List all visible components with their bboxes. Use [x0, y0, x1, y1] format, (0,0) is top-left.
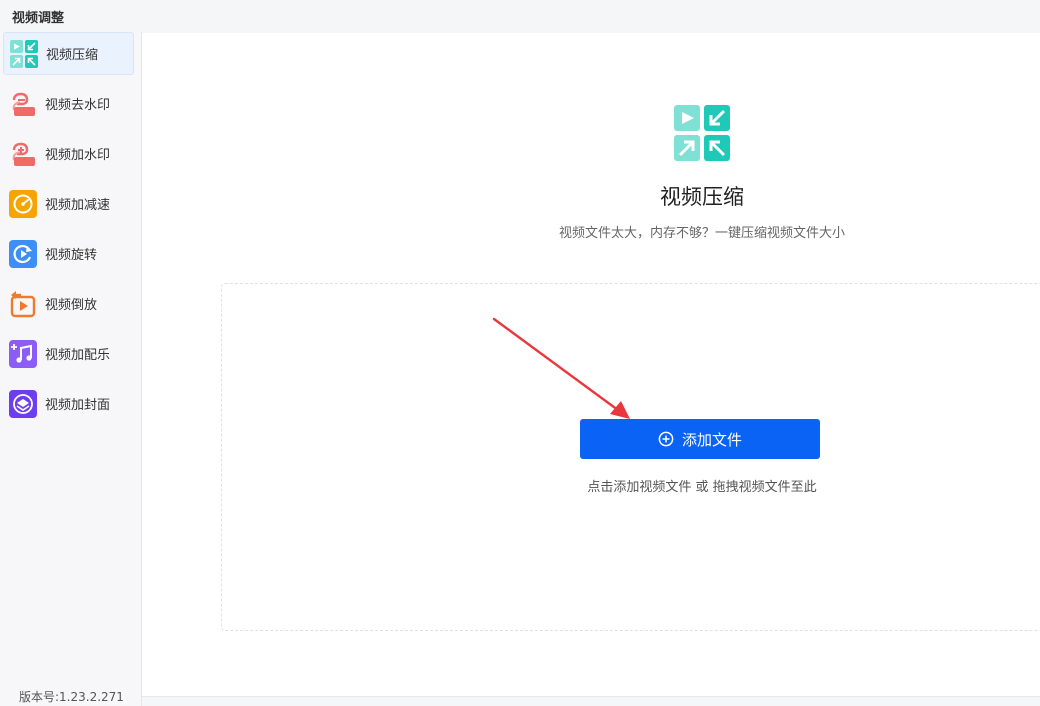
sidebar-item-label: 视频加水印: [45, 148, 111, 163]
page-subtitle: 视频文件太大，内存不够？一键压缩视频文件大小: [558, 226, 845, 241]
sidebar-item-speed[interactable]: 视频加减速: [3, 182, 134, 225]
add-file-label: 添加文件: [681, 430, 742, 449]
add-watermark-icon: [9, 140, 37, 168]
sidebar-item-label: 视频压缩: [46, 48, 99, 63]
add-file-button[interactable]: 添加文件: [580, 419, 820, 459]
cover-icon: [9, 389, 37, 418]
sidebar-item-label: 视频加减速: [45, 198, 111, 213]
sidebar-item-add-watermark[interactable]: 视频加水印: [3, 132, 134, 175]
window-title: 视频调整: [12, 11, 65, 26]
sidebar-item-label: 视频旋转: [45, 248, 98, 263]
sidebar-item-label: 视频加配乐: [45, 348, 111, 363]
sidebar-item-reverse[interactable]: 视频倒放: [3, 282, 134, 325]
speed-icon: [9, 189, 37, 218]
drop-hint: 点击添加视频文件 或 拖拽视频文件至此: [587, 480, 817, 495]
plus-circle-icon: [658, 431, 674, 447]
page-title: 视频压缩: [660, 185, 744, 209]
music-icon: [9, 339, 37, 368]
sidebar-item-remove-watermark[interactable]: 视频去水印: [3, 82, 134, 125]
sidebar-item-label: 视频加封面: [45, 398, 111, 413]
compress-icon: [10, 39, 38, 68]
sidebar-item-compress[interactable]: 视频压缩: [3, 32, 134, 75]
rotate-icon: [9, 239, 37, 268]
sidebar-item-music[interactable]: 视频加配乐: [3, 332, 134, 375]
remove-watermark-icon: [9, 90, 37, 118]
sidebar-item-label: 视频倒放: [45, 298, 98, 313]
title-bar: 视频调整: [0, 0, 1040, 32]
sidebar-item-rotate[interactable]: 视频旋转: [3, 232, 134, 275]
compress-icon: [674, 105, 730, 161]
sidebar-item-label: 视频去水印: [45, 98, 111, 113]
version-label: 版本号:1.23.2.271: [19, 690, 124, 704]
sidebar-item-cover[interactable]: 视频加封面: [3, 382, 134, 425]
main-panel: 视频压缩 视频文件太大，内存不够？一键压缩视频文件大小 添加文件 点击添加视频文…: [142, 33, 1040, 697]
reverse-icon: [9, 290, 37, 318]
annotation-arrow-icon: [492, 317, 630, 419]
sidebar: 视频压缩 视频去水印 视频加水印 视频加减速 视频旋转 视频倒放 视频加配乐 视…: [0, 32, 142, 706]
